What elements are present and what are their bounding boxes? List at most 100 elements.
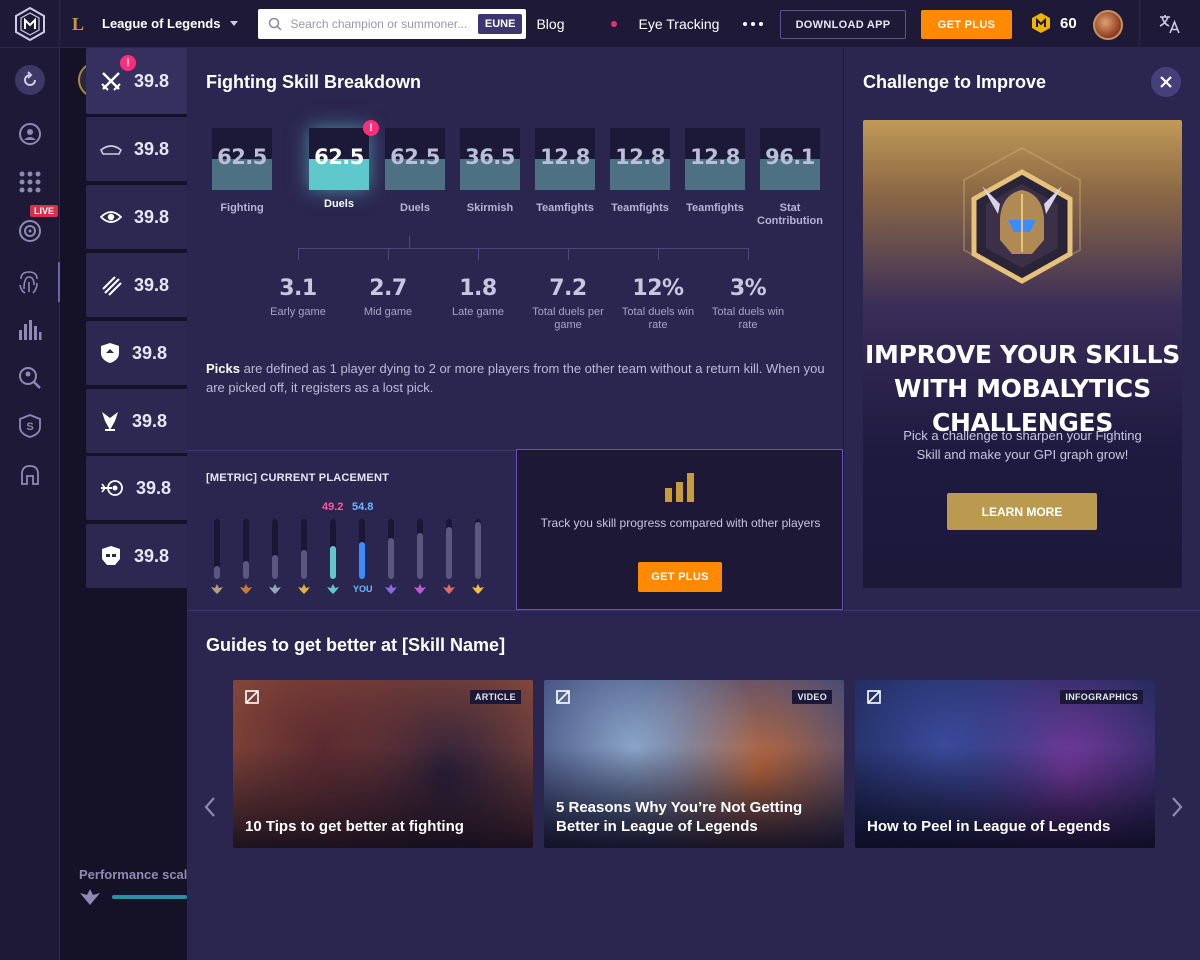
metric-gauge: 12.8 [685, 128, 745, 190]
get-plus-button[interactable]: GET PLUS [921, 10, 1012, 39]
skill-value: 39.8 [134, 138, 170, 159]
rail-item-stats[interactable] [0, 310, 60, 350]
guide-card[interactable]: ARTICLE 10 Tips to get better at fighting [233, 680, 533, 848]
sub-stat-label: Total duels per game [532, 306, 604, 331]
sub-stat: 3% Total duels win rate [708, 276, 788, 332]
rail-item-refresh[interactable] [0, 60, 60, 100]
guide-title: 5 Reasons Why You’re Not Getting Better … [556, 799, 803, 835]
skill-item-versatility[interactable]: 39.8 [86, 524, 187, 588]
metric-card[interactable]: 12.8 Teamfights [681, 128, 749, 215]
helmet-icon [21, 465, 39, 485]
metric-value: 96.1 [765, 145, 815, 169]
challenge-title: Challenge to Improve [863, 72, 1047, 92]
breakdown-title: Fighting Skill Breakdown [206, 72, 422, 92]
skill-item-aggression[interactable]: 39.8 [86, 253, 187, 317]
live-badge: LIVE [30, 205, 59, 217]
metric-card[interactable]: 62.5 Fighting [208, 128, 276, 215]
fingerprint-icon [19, 271, 38, 294]
language-selector[interactable] [1139, 0, 1200, 48]
coin-balance[interactable]: 60 [1031, 12, 1077, 34]
metric-card[interactable]: 96.1 Stat Contribution [756, 128, 824, 228]
metric-gauge: 96.1 [760, 128, 820, 190]
refresh-icon [15, 65, 45, 95]
promo-text: Track you skill progress compared with o… [540, 516, 821, 530]
nav-eye-tracking[interactable]: Eye Tracking [639, 16, 720, 32]
metric-card[interactable]: 12.8 Teamfights [531, 128, 599, 215]
mobalytics-logo-icon [14, 6, 45, 41]
skill-item-fighting[interactable]: 39.8 ! [86, 48, 187, 114]
metric-card[interactable]: 62.5! Duels [305, 120, 379, 211]
placement-bar [330, 519, 336, 579]
current-placement-section: [METRIC] CURRENT PLACEMENT 49.2 54.8 YOU [187, 450, 516, 610]
rail-item-apps[interactable] [0, 162, 60, 202]
metric-card[interactable]: 36.5 Skirmish [456, 128, 524, 215]
carousel-next-button[interactable] [1170, 796, 1184, 823]
expand-icon [867, 690, 881, 704]
rank-emblem-icon [79, 888, 101, 911]
guide-type-tag: VIDEO [792, 690, 832, 704]
placement-bar-fill [417, 533, 423, 579]
metric-label: Fighting [220, 202, 264, 214]
rail-item-live[interactable]: LIVE [0, 205, 60, 251]
rail-item-scout[interactable] [0, 358, 60, 398]
user-avatar[interactable] [1093, 10, 1123, 40]
tree-connector [409, 236, 410, 248]
guide-card[interactable]: VIDEO 5 Reasons Why You’re Not Getting Be… [544, 680, 844, 848]
tree-connector [298, 248, 748, 249]
skill-item-objectives[interactable]: 39.8 [86, 389, 187, 453]
challenge-promo-card: IMPROVE YOUR SKILLS WITH MOBALYTICS CHAL… [863, 120, 1182, 588]
placement-bar-fill [243, 561, 249, 579]
skill-value: 39.8 [134, 274, 170, 295]
live-target-icon [19, 220, 41, 242]
description-text: are defined as 1 player dying to 2 or mo… [206, 361, 825, 395]
metric-gauge: 62.5 [212, 128, 272, 190]
guide-title: How to Peel in League of Legends [867, 818, 1111, 835]
search-bar[interactable]: EUNE [258, 8, 527, 39]
guide-type-tag: INFOGRAPHICS [1060, 690, 1143, 704]
rank-tier-icon [240, 584, 252, 594]
sub-stat: 7.2 Total duels per game [528, 276, 608, 332]
sub-stat-label: Late game [452, 306, 504, 318]
close-button[interactable] [1151, 67, 1181, 97]
new-indicator-dot [610, 20, 617, 27]
challenge-emblem-icon [963, 146, 1081, 284]
grid-dots-icon [19, 171, 41, 193]
placement-bar-fill [301, 550, 307, 579]
nav-blog[interactable]: Blog [536, 16, 564, 32]
game-selector[interactable]: L League of Legends [60, 0, 250, 48]
sub-stat-value: 3% [729, 276, 767, 301]
learn-more-button[interactable]: LEARN MORE [947, 493, 1097, 530]
skill-item-survivability[interactable]: 39.8 [86, 321, 187, 385]
region-selector[interactable]: EUNE [477, 13, 523, 34]
promo-get-plus-button[interactable]: GET PLUS [638, 562, 722, 592]
alert-badge: ! [363, 120, 379, 136]
rail-item-plus[interactable]: S [0, 406, 60, 446]
placement-bar [243, 519, 249, 579]
mobalytics-logo[interactable] [0, 0, 60, 48]
challenge-headline: IMPROVE YOUR SKILLS WITH MOBALYTICS CHAL… [864, 340, 1181, 437]
rail-item-profile[interactable] [0, 114, 60, 154]
rail-item-fingerprint[interactable] [0, 262, 60, 302]
metric-gauge: 36.5 [460, 128, 520, 190]
more-menu-icon[interactable] [743, 21, 764, 26]
svg-text:S: S [26, 421, 33, 433]
game-name: League of Legends [102, 16, 221, 31]
skill-item-farming[interactable]: 39.8 [86, 117, 187, 181]
placement-value-right: 54.8 [352, 501, 374, 513]
placement-bar-fill [475, 522, 481, 579]
skill-item-consistency[interactable]: 39.8 [86, 456, 187, 520]
rail-item-champions[interactable] [0, 456, 60, 496]
guide-type-tag: ARTICLE [469, 690, 521, 704]
metric-card[interactable]: 62.5 Duels [381, 128, 449, 215]
placement-bar-fill [446, 527, 452, 579]
wards-icon [100, 145, 122, 155]
metric-card[interactable]: 12.8 Teamfights [606, 128, 674, 215]
skill-item-vision[interactable]: 39.8 [86, 185, 187, 249]
metric-label: Teamfights [536, 202, 594, 214]
search-input[interactable] [290, 16, 470, 31]
metric-value: 12.8 [540, 145, 590, 169]
download-app-button[interactable]: DOWNLOAD APP [780, 10, 906, 39]
metric-label: Stat Contribution [757, 202, 823, 227]
guide-card[interactable]: INFOGRAPHICS How to Peel in League of Leg… [855, 680, 1155, 848]
carousel-prev-button[interactable] [203, 796, 217, 823]
